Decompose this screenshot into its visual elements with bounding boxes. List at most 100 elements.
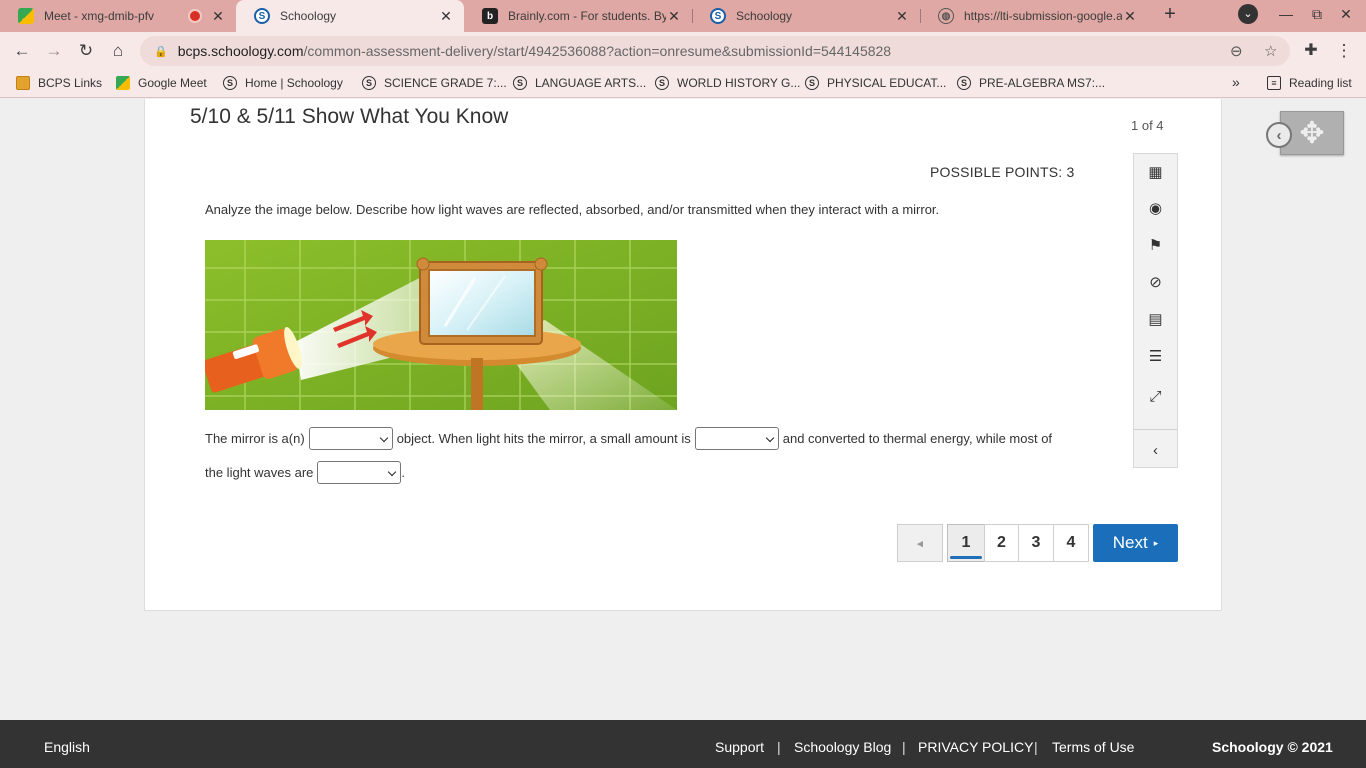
- browser-tab-strip: Meet - xmg-dmib-pfv ✕ S Schoology ✕ b Br…: [0, 0, 1366, 32]
- bookmark-label: SCIENCE GRADE 7:...: [384, 76, 507, 90]
- tab-brainly[interactable]: b Brainly.com - For students. By student…: [464, 0, 692, 32]
- notepad-icon[interactable]: ☰: [1134, 344, 1177, 368]
- sentence-text: The mirror is a(n): [205, 431, 305, 446]
- assessment-tool-rail: ▦ ◉ ⚑ ⊘ ▤ ☰ ⤢ ‹: [1133, 153, 1178, 468]
- answer-eliminator-icon[interactable]: ⊘: [1134, 270, 1177, 294]
- copyright-text: Schoology © 2021: [1212, 739, 1333, 755]
- chrome-menu-icon[interactable]: ⋮: [1333, 40, 1355, 62]
- page-4-button[interactable]: 4: [1053, 524, 1089, 562]
- tab-lti-submission[interactable]: ◍ https://lti-submission-google.app... ✕: [920, 0, 1148, 32]
- bookmark-pre-algebra[interactable]: S PRE-ALGEBRA MS7:...: [957, 76, 1105, 90]
- tab-title: Meet - xmg-dmib-pfv: [44, 9, 155, 23]
- url-path: /common-assessment-delivery/start/494253…: [303, 43, 892, 59]
- calculator-icon[interactable]: ▤: [1134, 307, 1177, 331]
- bookmark-home-schoology[interactable]: S Home | Schoology: [223, 76, 343, 90]
- bookmark-physical-education[interactable]: S PHYSICAL EDUCAT...: [805, 76, 946, 90]
- tab-close-icon[interactable]: ✕: [1122, 8, 1138, 25]
- tab-close-icon[interactable]: ✕: [210, 8, 226, 25]
- reading-list-button[interactable]: ≡ Reading list: [1267, 76, 1352, 90]
- calendar-table-icon[interactable]: ▦: [1134, 160, 1177, 184]
- home-icon[interactable]: ⌂: [107, 40, 129, 62]
- url-bar[interactable]: 🔒 bcps.schoology.com/common-assessment-d…: [140, 36, 1290, 66]
- bookmark-language-arts[interactable]: S LANGUAGE ARTS...: [513, 76, 646, 90]
- url-text[interactable]: bcps.schoology.com/common-assessment-del…: [178, 43, 891, 59]
- minimize-button[interactable]: —: [1276, 6, 1296, 22]
- bookmark-google-meet[interactable]: Google Meet: [116, 76, 207, 90]
- mirror-type-dropdown[interactable]: [308, 427, 393, 450]
- next-button[interactable]: Next ▸: [1093, 524, 1178, 562]
- page-2-button[interactable]: 2: [984, 524, 1019, 562]
- floating-tool-widget: ✥ ‹: [1266, 111, 1346, 157]
- schoology-icon: S: [254, 8, 270, 24]
- accessibility-icon[interactable]: ◉: [1134, 196, 1177, 220]
- fullscreen-icon[interactable]: ⤢: [1134, 384, 1177, 408]
- reload-icon[interactable]: ↻: [75, 40, 97, 62]
- globe-icon: ◍: [938, 8, 954, 24]
- flag-icon[interactable]: ⚑: [1134, 233, 1177, 257]
- restore-button[interactable]: ⧉: [1307, 6, 1327, 23]
- back-chevron-icon[interactable]: ‹: [1266, 122, 1292, 148]
- fill-in-sentence-line-2: the light waves are .: [205, 461, 409, 484]
- recording-indicator-icon: [190, 11, 200, 21]
- sentence-text: object. When light hits the mirror, a sm…: [396, 431, 691, 446]
- bookmark-label: BCPS Links: [38, 76, 103, 90]
- bookmark-label: PRE-ALGEBRA MS7:...: [979, 76, 1106, 90]
- previous-page-button[interactable]: ◂: [897, 524, 943, 562]
- privacy-policy-link[interactable]: PRIVACY POLICY: [918, 739, 1033, 755]
- page-content: 5/10 & 5/11 Show What You Know 1 of 4 PO…: [0, 99, 1366, 720]
- bookmark-star-icon[interactable]: ☆: [1264, 42, 1277, 60]
- schoology-icon: S: [223, 76, 237, 90]
- zoom-icon[interactable]: ⊖: [1230, 42, 1243, 60]
- schoology-blog-link[interactable]: Schoology Blog: [794, 739, 891, 755]
- bookmark-label: Google Meet: [138, 76, 207, 90]
- tab-close-icon[interactable]: ✕: [894, 8, 910, 25]
- footer-separator: |: [902, 739, 906, 755]
- bookmark-science[interactable]: S SCIENCE GRADE 7:...: [362, 76, 507, 90]
- tab-title: Schoology: [280, 9, 337, 23]
- question-counter: 1 of 4: [1131, 118, 1164, 133]
- google-meet-icon: [18, 8, 34, 24]
- collapse-chevron-icon[interactable]: ‹: [1134, 438, 1177, 462]
- question-prompt: Analyze the image below. Describe how li…: [205, 202, 940, 217]
- schoology-icon: S: [513, 76, 527, 90]
- language-selector[interactable]: English: [44, 739, 90, 755]
- forward-arrow-icon[interactable]: →: [43, 40, 65, 62]
- sentence-text: .: [401, 465, 406, 480]
- more-bookmarks-button[interactable]: »: [1232, 74, 1240, 90]
- close-window-button[interactable]: ✕: [1336, 6, 1356, 23]
- terms-of-use-link[interactable]: Terms of Use: [1052, 739, 1134, 755]
- bookmark-label: Home | Schoology: [245, 76, 343, 90]
- small-amount-dropdown[interactable]: [694, 427, 779, 450]
- tab-search-button[interactable]: ⌄: [1238, 4, 1258, 24]
- new-tab-button[interactable]: +: [1160, 3, 1180, 26]
- reading-list-icon: ≡: [1267, 76, 1281, 90]
- back-arrow-icon[interactable]: ←: [11, 40, 33, 62]
- extensions-puzzle-icon[interactable]: ✚: [1300, 40, 1322, 62]
- schoology-icon: S: [655, 76, 669, 90]
- fill-in-sentence-line-1: The mirror is a(n) object. When light hi…: [205, 427, 1056, 450]
- assessment-card: 5/10 & 5/11 Show What You Know 1 of 4 PO…: [144, 99, 1222, 611]
- brainly-icon: b: [482, 8, 498, 24]
- footer-separator: |: [777, 739, 781, 755]
- tab-schoology-active[interactable]: S Schoology ✕: [236, 0, 464, 32]
- footer-separator: |: [1034, 739, 1038, 755]
- schoology-icon: S: [805, 76, 819, 90]
- tab-schoology-2[interactable]: S Schoology ✕: [692, 0, 920, 32]
- tool-rail-divider: [1134, 429, 1177, 430]
- bookmark-label: LANGUAGE ARTS...: [535, 76, 647, 90]
- bookmark-bcps-links[interactable]: BCPS Links: [16, 76, 102, 90]
- page-3-button[interactable]: 3: [1018, 524, 1054, 562]
- google-meet-icon: [116, 76, 130, 90]
- page-1-button[interactable]: 1: [947, 524, 985, 562]
- tab-title: Schoology: [736, 9, 793, 23]
- next-label: Next: [1112, 533, 1148, 552]
- bookmark-world-history[interactable]: S WORLD HISTORY G...: [655, 76, 800, 90]
- tab-close-icon[interactable]: ✕: [438, 8, 454, 25]
- tab-close-icon[interactable]: ✕: [666, 8, 682, 25]
- lock-icon[interactable]: 🔒: [154, 45, 168, 58]
- support-link[interactable]: Support: [715, 739, 764, 755]
- most-light-dropdown[interactable]: [317, 461, 402, 484]
- url-host: bcps.schoology.com: [177, 43, 304, 59]
- flashlight-mirror-illustration: [205, 240, 677, 410]
- tab-meet[interactable]: Meet - xmg-dmib-pfv ✕: [0, 0, 236, 32]
